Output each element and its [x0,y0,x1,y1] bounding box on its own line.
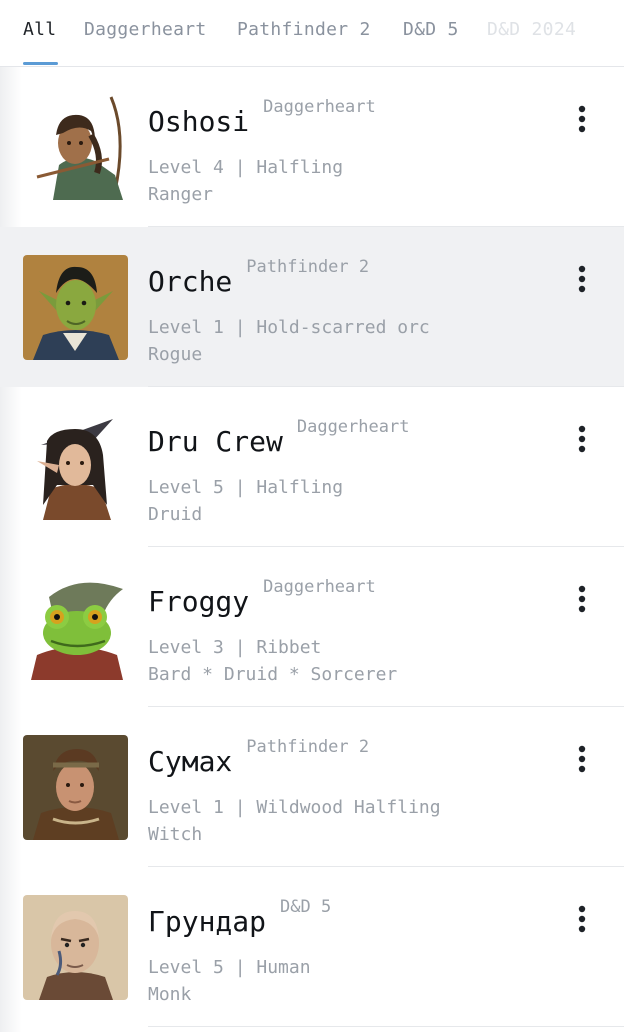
character-row[interactable]: Orche Pathfinder 2 Level 1 | Hold-scarre… [0,227,624,387]
game-system-label: Daggerheart [263,97,376,117]
frog-portrait-icon [23,575,128,680]
vertical-dots-icon [578,105,586,133]
vertical-dots-icon [578,745,586,773]
character-name-line: Сумах Pathfinder 2 [148,737,369,779]
more-options-button[interactable] [570,103,594,139]
character-name: Сумах [148,745,233,778]
character-name: Oshosi [148,105,250,138]
tab-pathfinder-2[interactable]: Pathfinder 2 [237,19,371,40]
game-system-label: D&D 5 [280,897,332,917]
tab-dnd-5[interactable]: D&D 5 [403,19,459,40]
character-name-line: Oshosi Daggerheart [148,97,376,139]
character-details: Level 4 | Halfling Ranger [148,154,343,208]
game-system-label: Daggerheart [296,417,410,437]
class-text: Bard * Druid * Sorcerer [148,664,398,685]
class-text: Druid [148,504,203,525]
vertical-dots-icon [578,905,586,933]
level-ancestry-text: Level 4 | Halfling [148,157,344,178]
level-ancestry-text: Level 1 | Hold-scarred orc [148,317,430,338]
character-list: Oshosi Daggerheart Level 4 | Halfling Ra… [0,67,624,1027]
more-options-button[interactable] [570,903,594,939]
more-options-button[interactable] [570,423,594,459]
character-name: Грундар [148,905,267,938]
character-row[interactable]: Сумах Pathfinder 2 Level 1 | Wildwood Ha… [0,707,624,867]
character-row[interactable]: Dru Crew Daggerheart Level 5 | Halfling … [0,387,624,547]
character-name: Dru Crew [148,425,283,458]
class-text: Rogue [148,344,203,365]
active-tab-indicator [23,62,58,65]
more-options-button[interactable] [570,583,594,619]
game-system-label: Pathfinder 2 [246,257,370,277]
monk-portrait-icon [23,895,128,1000]
class-text: Witch [148,824,203,845]
character-name-line: Грундар D&D 5 [148,897,331,939]
system-filter-tabs: All Daggerheart Pathfinder 2 D&D 5 D&D 2… [0,0,624,67]
witch-portrait-icon [23,735,128,840]
level-ancestry-text: Level 5 | Halfling [148,477,344,498]
character-name: Froggy [148,585,250,618]
more-options-button[interactable] [570,263,594,299]
character-row[interactable]: Oshosi Daggerheart Level 4 | Halfling Ra… [0,67,624,227]
character-name: Orche [148,265,233,298]
class-text: Monk [148,984,192,1005]
character-details: Level 1 | Hold-scarred orc Rogue [148,314,430,368]
more-options-button[interactable] [570,743,594,779]
druid-portrait-icon [23,415,128,520]
tab-all[interactable]: All [23,19,56,40]
orc-portrait-icon [23,255,128,360]
character-row[interactable]: Froggy Daggerheart Level 3 | Ribbet Bard… [0,547,624,707]
game-system-label: Pathfinder 2 [246,737,370,757]
character-details: Level 5 | Halfling Druid [148,474,343,528]
character-details: Level 1 | Wildwood Halfling Witch [148,794,441,848]
tab-dnd-2024[interactable]: D&D 2024 [487,19,576,40]
class-text: Ranger [148,184,214,205]
character-details: Level 3 | Ribbet Bard * Druid * Sorcerer [148,634,397,688]
vertical-dots-icon [578,585,586,613]
level-ancestry-text: Level 1 | Wildwood Halfling [148,797,441,818]
vertical-dots-icon [578,265,586,293]
level-ancestry-text: Level 5 | Human [148,957,311,978]
character-name-line: Dru Crew Daggerheart [148,417,409,459]
character-details: Level 5 | Human Monk [148,954,311,1008]
tab-daggerheart[interactable]: Daggerheart [84,19,207,40]
character-row[interactable]: Грундар D&D 5 Level 5 | Human Monk [0,867,624,1027]
ranger-portrait-icon [23,95,128,200]
vertical-dots-icon [578,425,586,453]
row-divider [148,1026,624,1027]
level-ancestry-text: Level 3 | Ribbet [148,637,322,658]
character-name-line: Orche Pathfinder 2 [148,257,369,299]
game-system-label: Daggerheart [263,577,376,597]
character-name-line: Froggy Daggerheart [148,577,376,619]
